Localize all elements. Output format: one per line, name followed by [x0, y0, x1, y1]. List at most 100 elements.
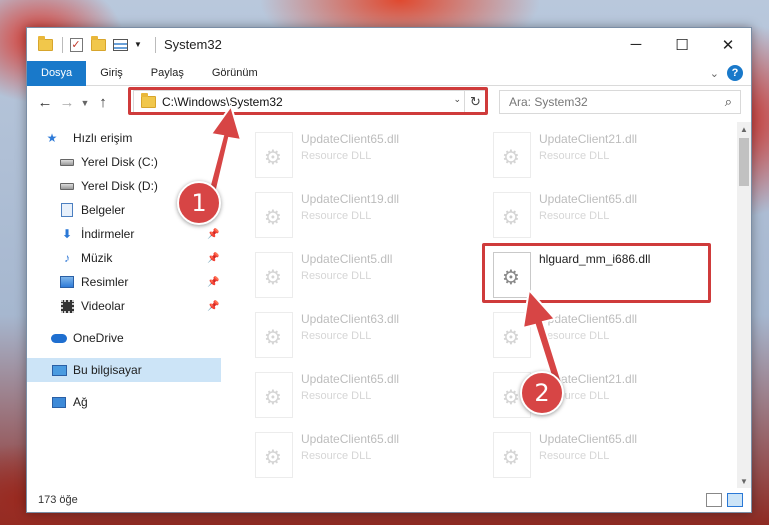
music-icon: ♪ [64, 251, 70, 265]
window-title: System32 [164, 37, 222, 52]
dll-file-icon [255, 132, 293, 178]
pin-icon[interactable]: 📌 [207, 277, 219, 288]
scrollbar-thumb[interactable] [739, 138, 749, 186]
properties-check-icon[interactable]: ✓ [67, 36, 85, 54]
folder-icon[interactable] [36, 35, 54, 54]
file-list: UpdateClient65.dll Resource DLL UpdateCl… [223, 124, 737, 486]
file-type: Resource DLL [539, 150, 610, 162]
file-name: UpdateClient65.dll [539, 432, 638, 446]
dll-file-icon [255, 192, 293, 238]
sidebar-item-label: Resimler [81, 275, 129, 289]
step-2-badge: 2 [520, 371, 564, 415]
pin-icon[interactable]: 📌 [207, 253, 219, 264]
file-name: UpdateClient5.dll [301, 252, 393, 266]
file-item[interactable]: UpdateClient5.dll Resource DLL [247, 246, 483, 306]
file-name: UpdateClient65.dll [301, 432, 400, 446]
tab-file[interactable]: Dosya [27, 60, 87, 86]
file-item[interactable]: UpdateClient65.dll Resource DLL [247, 426, 483, 486]
sidebar-item-videos[interactable]: Videolar 📌 [27, 294, 221, 318]
ribbon-tabs: Dosya Giriş Paylaş Görünüm ⌄ ? [27, 60, 751, 86]
file-type: Resource DLL [301, 330, 372, 342]
navigation-pane: ★ Hızlı erişim Yerel Disk (C:) Yerel Dis… [27, 124, 221, 484]
sidebar-item-quick-access[interactable]: ★ Hızlı erişim [27, 126, 221, 150]
file-name: UpdateClient19.dll [301, 192, 400, 206]
quick-access-toolbar: ✓ ▼ [36, 35, 164, 54]
file-type: Resource DLL [301, 210, 372, 222]
dll-file-icon [255, 432, 293, 478]
drive-icon [59, 154, 75, 170]
this-pc-icon [51, 362, 67, 378]
file-name: UpdateClient63.dll [301, 312, 400, 326]
network-icon [51, 394, 67, 410]
divider [155, 36, 156, 53]
dll-file-icon [255, 372, 293, 418]
file-item[interactable]: UpdateClient21.dll Resource DLL [485, 126, 721, 186]
search-icon[interactable]: ⌕ [725, 94, 732, 110]
sidebar-item-label: Videolar [81, 299, 125, 313]
step-1-badge: 1 [177, 181, 221, 225]
pin-icon[interactable]: 📌 [207, 301, 219, 312]
file-type: Resource DLL [539, 210, 610, 222]
customize-toolbar-chevron-icon[interactable]: ▼ [133, 36, 143, 54]
up-arrow-icon[interactable]: ↑ [92, 92, 114, 114]
item-count: 173 öğe [38, 494, 78, 506]
sidebar-item-local-disk-c[interactable]: Yerel Disk (C:) [27, 150, 221, 174]
sidebar-item-network[interactable]: Ağ [27, 390, 221, 414]
help-icon[interactable]: ? [727, 65, 743, 81]
dll-file-icon [493, 192, 531, 238]
file-type: Resource DLL [539, 450, 610, 462]
file-item[interactable]: UpdateClient63.dll Resource DLL [247, 306, 483, 366]
address-bar-highlight [128, 87, 488, 115]
file-item[interactable]: UpdateClient65.dll Resource DLL [485, 426, 721, 486]
back-arrow-icon[interactable]: ← [34, 92, 56, 114]
sidebar-item-label: Hızlı erişim [73, 131, 133, 145]
properties-icon[interactable] [111, 36, 129, 54]
dll-file-icon [255, 312, 293, 358]
drive-icon [59, 178, 75, 194]
sidebar-item-label: Belgeler [81, 203, 126, 217]
sidebar-item-label: İndirmeler [81, 227, 135, 241]
file-item[interactable]: UpdateClient65.dll Resource DLL [485, 186, 721, 246]
documents-icon [59, 202, 75, 218]
divider [62, 36, 63, 53]
status-bar: 173 öğe [27, 488, 751, 512]
large-icons-view-icon[interactable] [727, 493, 743, 507]
new-folder-icon[interactable] [89, 35, 107, 54]
sidebar-item-pictures[interactable]: Resimler 📌 [27, 270, 221, 294]
search-input[interactable]: Ara: System32 ⌕ [499, 90, 741, 114]
file-type: Resource DLL [301, 390, 372, 402]
dll-file-icon [255, 252, 293, 298]
pin-icon[interactable]: 📌 [207, 229, 219, 240]
file-item[interactable]: UpdateClient65.dll Resource DLL [247, 366, 483, 426]
file-item[interactable]: UpdateClient65.dll Resource DLL [247, 126, 483, 186]
expand-ribbon-chevron-icon[interactable]: ⌄ [710, 67, 719, 80]
scroll-up-arrow-icon[interactable]: ▲ [737, 122, 751, 136]
vertical-scrollbar[interactable]: ▲ ▼ [737, 122, 751, 488]
dll-file-icon [493, 432, 531, 478]
close-button[interactable]: ✕ [705, 28, 751, 61]
forward-arrow-icon[interactable]: → [56, 92, 78, 114]
view-toggle [701, 493, 743, 507]
window-controls: ─ ☐ ✕ [613, 28, 751, 61]
file-name: UpdateClient65.dll [301, 372, 400, 386]
tab-view[interactable]: Görünüm [198, 61, 272, 86]
tab-home[interactable]: Giriş [86, 61, 137, 86]
onedrive-icon [51, 330, 67, 346]
recent-locations-chevron-icon[interactable]: ▼ [78, 92, 92, 114]
file-name: UpdateClient21.dll [539, 132, 638, 146]
sidebar-item-music[interactable]: ♪ Müzik 📌 [27, 246, 221, 270]
file-item[interactable]: UpdateClient19.dll Resource DLL [247, 186, 483, 246]
minimize-button[interactable]: ─ [613, 28, 659, 61]
file-type: Resource DLL [301, 450, 372, 462]
sidebar-item-downloads[interactable]: ⬇ İndirmeler 📌 [27, 222, 221, 246]
file-type: Resource DLL [301, 150, 372, 162]
sidebar-item-this-pc[interactable]: Bu bilgisayar [27, 358, 221, 382]
file-type: Resource DLL [301, 270, 372, 282]
details-view-icon[interactable] [706, 493, 722, 507]
maximize-button[interactable]: ☐ [659, 28, 705, 61]
tab-share[interactable]: Paylaş [137, 61, 198, 86]
dll-file-icon [493, 132, 531, 178]
sidebar-item-onedrive[interactable]: OneDrive [27, 326, 221, 350]
scroll-down-arrow-icon[interactable]: ▼ [737, 474, 751, 488]
search-placeholder: Ara: System32 [509, 95, 588, 109]
